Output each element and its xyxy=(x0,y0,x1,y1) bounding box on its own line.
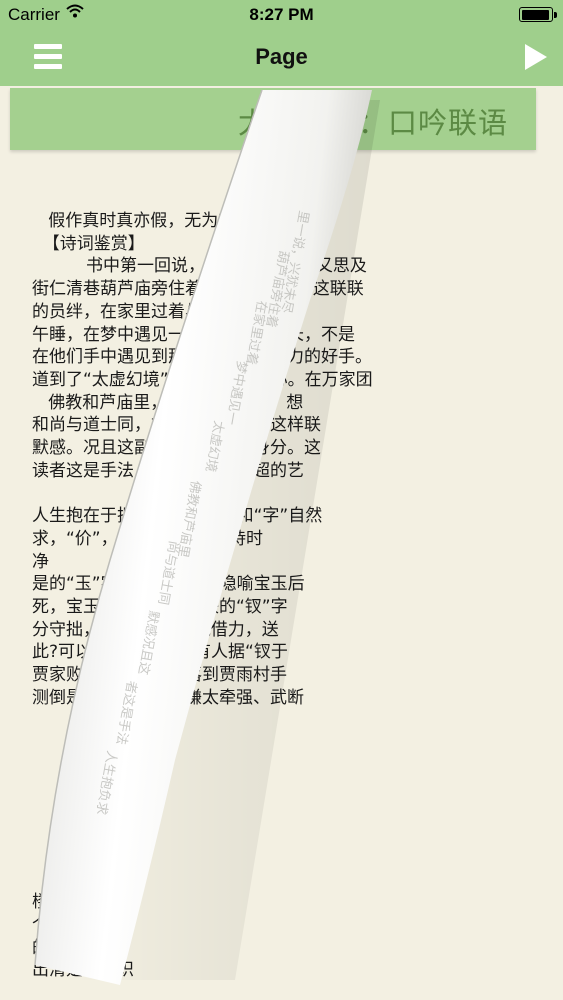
text-line xyxy=(32,823,532,846)
text-line: 和尚与道士同，前程茫茫，念出这样联 xyxy=(32,415,321,436)
text-line: 街仁清巷葫芦庙旁住着一叹”，又吟出这联联 xyxy=(32,279,364,300)
text-line xyxy=(32,755,532,778)
text-line: 假作真时真亦假，无为有 xyxy=(32,211,236,231)
status-bar: Carrier 8:27 PM xyxy=(0,0,563,30)
battery-level xyxy=(521,9,550,20)
text-line: 默感。况且这副联语恰合他的身分。这 xyxy=(32,438,321,459)
text-line: 道到了“太虚幻境”不住勃勃的野心。在万家团 xyxy=(32,369,373,390)
text-line: 个广阔 xyxy=(32,914,83,935)
play-triangle-icon[interactable] xyxy=(525,44,547,70)
text-line: 是的“玉”字隐指贾宝玉，隐喻宝玉后 xyxy=(32,574,305,595)
text-line xyxy=(32,868,532,891)
text-line: 求，“价”，谐“贾”的音；“待时 xyxy=(32,528,264,549)
text-line: 午睡，在梦中遇见一同时又才干优长，不是 xyxy=(32,324,355,345)
text-line xyxy=(32,709,532,732)
text-line: 测倒是很有趣，可是嫌太牵强、武断 xyxy=(32,687,304,708)
text-line: 【诗词鉴赏】 xyxy=(32,233,145,254)
text-line: 此?可以聊备一说。又有人据“钗于 xyxy=(32,642,288,663)
text-line: 人生抱在于把贾雨村的“姓”和“字”自然 xyxy=(32,506,323,527)
text-line: 贾家败落后，宝钗要落到贾雨村手 xyxy=(32,665,287,686)
text-line: 死，宝玉理想落空；下联的“钗”字 xyxy=(32,596,288,617)
text-line: 佛教和芦庙里，对着冷月清浑，想 xyxy=(32,392,304,413)
status-time: 8:27 PM xyxy=(249,5,314,24)
text-line: 出清楚的认识 xyxy=(32,960,134,981)
text-line: 净 xyxy=(32,551,49,572)
text-line: 书中第一回说，兴犹未尽，“因又思及 xyxy=(32,256,367,277)
chapter-header: 太虚幻境：口吟联语 xyxy=(10,88,536,150)
text-line: 的员绊，在家里过着与 xyxy=(32,301,202,322)
text-line xyxy=(32,482,532,505)
text-line: 在他们手中遇见到那中富有竞争能力的好手。 xyxy=(32,347,372,368)
text-line: 读者这是手法，表现了作者高超的艺 xyxy=(32,460,304,481)
text-line xyxy=(32,800,532,823)
text-line: 楼 xyxy=(32,892,49,913)
text-line xyxy=(32,846,532,869)
page-title: Page xyxy=(255,44,308,69)
text-line xyxy=(32,778,532,801)
battery-icon xyxy=(519,7,557,22)
text-line: 的启示 xyxy=(32,937,83,958)
text-line: 分守拙，但总想“好风凭借力，送 xyxy=(32,619,279,640)
chapter-title: 太虚幻境：口吟联语 xyxy=(237,106,508,140)
text-line xyxy=(32,732,532,755)
page-body-text: 假作真时真亦假，无为有 【诗词鉴赏】 书中第一回说，兴犹未尽，“因又思及 街仁清巷… xyxy=(32,210,532,982)
navigation-bar: Page xyxy=(0,30,563,86)
